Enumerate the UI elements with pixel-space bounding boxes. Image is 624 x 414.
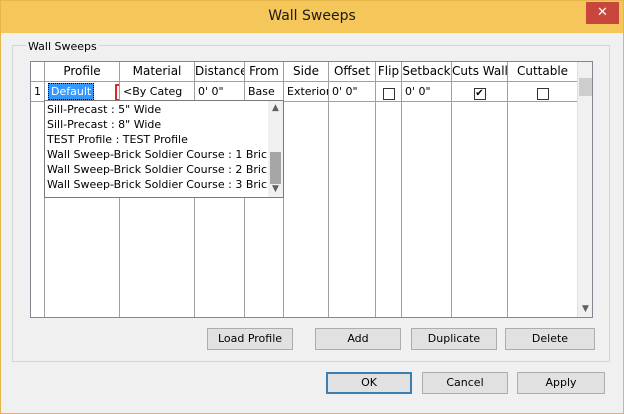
header-cuts-wall[interactable]: Cuts Wall [452,62,508,82]
header-setback[interactable]: Setback [402,62,452,82]
side-cell[interactable]: Exterior [284,82,329,102]
column-divider [284,102,329,317]
header-cuttable[interactable]: Cuttable [508,62,578,82]
dropdown-item[interactable]: Wall Sweep-Brick Soldier Course : 2 Bric… [47,162,279,177]
scroll-down-icon[interactable]: ▼ [578,302,593,317]
profile-value[interactable]: Default [48,83,95,100]
load-profile-button[interactable]: Load Profile [207,328,293,350]
table-row[interactable]: 1 Default ⌵ <By Categ 0' 0" Base Exterio… [31,82,578,102]
header-distance[interactable]: Distance [195,62,245,82]
header-row-number [31,62,45,82]
column-divider [376,102,402,317]
from-cell[interactable]: Base [245,82,284,102]
offset-cell[interactable]: 0' 0" [329,82,376,102]
flip-checkbox[interactable] [382,87,395,100]
header-side[interactable]: Side [284,62,329,82]
header-offset[interactable]: Offset [329,62,376,82]
close-button[interactable]: ✕ [586,2,619,24]
cuttable-cell [508,82,578,102]
header-material[interactable]: Material [120,62,195,82]
column-divider [508,102,578,317]
dropdown-item[interactable]: Sill-Precast : 8" Wide [47,117,161,132]
apply-button[interactable]: Apply [517,372,605,394]
header-from[interactable]: From [245,62,284,82]
dropdown-scrollbar-thumb[interactable] [270,152,281,184]
column-divider [329,102,376,317]
table-header: Profile Material Distance From Side Offs… [31,62,578,82]
profile-cell[interactable]: Default ⌵ [45,82,120,102]
column-divider [402,102,452,317]
cancel-button[interactable]: Cancel [422,372,508,394]
scroll-down-icon[interactable]: ▼ [268,182,283,197]
material-cell[interactable]: <By Categ [120,82,195,102]
duplicate-button[interactable]: Duplicate [411,328,497,350]
dropdown-scrollbar[interactable]: ▲ ▼ [268,101,283,197]
column-divider [452,102,508,317]
setback-cell[interactable]: 0' 0" [402,82,452,102]
column-divider [31,102,45,317]
header-flip[interactable]: Flip [376,62,402,82]
scrollbar-thumb[interactable] [579,78,592,96]
profile-dropdown-list[interactable]: Sill-Precast : 5" Wide Sill-Precast : 8"… [44,100,284,198]
table-scrollbar[interactable]: ▼ [577,62,592,317]
cuttable-checkbox[interactable] [536,87,549,100]
title-bar[interactable]: Wall Sweeps ✕ [1,1,623,33]
window-title: Wall Sweeps [268,8,356,24]
dropdown-item[interactable]: Wall Sweep-Brick Soldier Course : 3 Bric… [47,177,279,192]
distance-cell[interactable]: 0' 0" [195,82,245,102]
row-number: 1 [31,82,45,102]
delete-button[interactable]: Delete [505,328,595,350]
add-button[interactable]: Add [315,328,401,350]
header-profile[interactable]: Profile [45,62,120,82]
flip-cell [376,82,402,102]
scroll-up-icon[interactable]: ▲ [268,101,283,116]
cuts-wall-cell: ✔ [452,82,508,102]
checkmark-icon: ✔ [475,87,484,99]
dropdown-item[interactable]: Wall Sweep-Brick Soldier Course : 1 Bric… [47,147,273,162]
dropdown-item[interactable]: TEST Profile : TEST Profile [47,132,188,147]
cuts-wall-checkbox[interactable]: ✔ [473,87,486,100]
dropdown-item[interactable]: Sill-Precast : 5" Wide [47,102,161,117]
group-label: Wall Sweeps [26,40,99,53]
ok-button[interactable]: OK [326,372,412,394]
